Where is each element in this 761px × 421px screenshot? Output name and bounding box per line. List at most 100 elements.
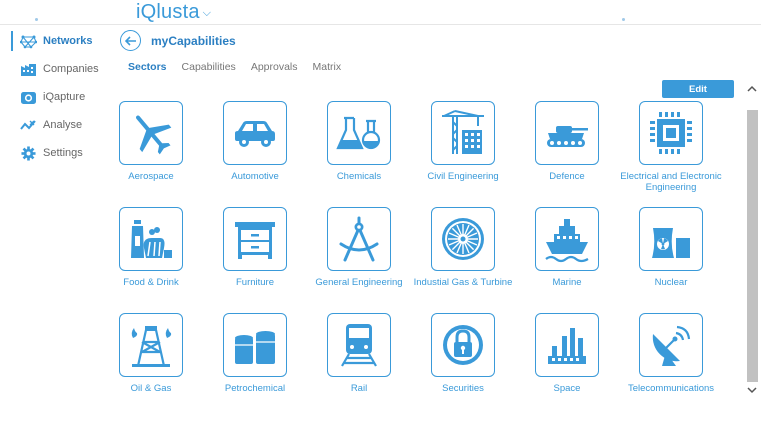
sector-label: Civil Engineering	[427, 171, 499, 182]
food-icon	[131, 220, 172, 258]
turbine-icon	[442, 218, 484, 260]
app-title[interactable]: iQlusta ⌵	[136, 1, 211, 24]
drawers-icon	[235, 222, 275, 259]
scrollbar[interactable]	[744, 78, 761, 406]
sector-tile	[223, 207, 287, 271]
chevron-up-icon[interactable]	[746, 82, 758, 94]
top-bar-dot	[35, 18, 38, 21]
sector-label: Rail	[350, 383, 368, 394]
tab-approvals[interactable]: Approvals	[251, 61, 298, 73]
sector-label: General Engineering	[315, 277, 403, 288]
sector-rail[interactable]: Rail	[308, 313, 412, 421]
camera-icon	[20, 90, 37, 105]
sector-tile	[119, 101, 183, 165]
sector-label: Petrochemical	[224, 383, 286, 394]
sector-tile	[639, 313, 703, 377]
train-icon	[341, 324, 377, 367]
sector-tile	[223, 313, 287, 377]
sector-tile	[431, 101, 495, 165]
sidebar-item-iqapture[interactable]: iQapture	[0, 83, 110, 111]
tab-capabilities[interactable]: Capabilities	[182, 61, 236, 73]
sector-label: Automotive	[231, 171, 279, 182]
chevron-down-icon[interactable]	[746, 384, 758, 396]
sector-label: Defence	[549, 171, 585, 182]
sector-nuclear[interactable]: Nuclear	[620, 207, 724, 315]
sector-space[interactable]: Space	[516, 313, 620, 421]
satellite-dish-icon	[652, 325, 691, 366]
sidebar-item-companies[interactable]: Companies	[0, 55, 110, 83]
flask-icon	[336, 116, 381, 150]
chevron-down-icon: ⌵	[202, 7, 212, 19]
sector-label: Nuclear	[654, 277, 688, 288]
padlock-icon	[443, 325, 483, 365]
sector-aerospace[interactable]: Aerospace	[100, 101, 204, 209]
sector-label: Space	[553, 383, 581, 394]
sector-marine[interactable]: Marine	[516, 207, 620, 315]
sector-label: Industial Gas & Turbine	[413, 277, 513, 288]
compass-icon	[339, 216, 379, 262]
sidebar-item-label: Companies	[43, 63, 99, 75]
top-bar: iQlusta ⌵	[0, 0, 761, 25]
sector-tile	[535, 207, 599, 271]
sector-tile	[535, 101, 599, 165]
sector-label: Furniture	[235, 277, 274, 288]
sector-telecommunications[interactable]: Telecommunications	[620, 313, 724, 421]
back-button[interactable]	[120, 30, 141, 51]
sector-tile	[327, 207, 391, 271]
sector-label: Securities	[442, 383, 484, 394]
sector-securities[interactable]: Securities	[412, 313, 516, 421]
ship-icon	[545, 219, 589, 263]
sector-tile	[639, 101, 703, 165]
app-title-text: iQlusta	[136, 1, 200, 23]
sector-furniture[interactable]: Furniture	[204, 207, 308, 315]
sector-automotive[interactable]: Automotive	[204, 101, 308, 209]
sector-tile	[119, 207, 183, 271]
sector-electrical-electronic-engineering[interactable]: Electrical and Electronic Engineering	[620, 101, 724, 209]
sidebar-item-analyse[interactable]: Analyse	[0, 111, 110, 139]
companies-icon	[20, 62, 37, 77]
nuclear-icon	[652, 228, 690, 258]
sidebar-item-networks[interactable]: Networks	[0, 27, 110, 55]
sector-label: Electrical and Electronic Engineering	[620, 171, 722, 193]
car-icon	[235, 121, 275, 147]
sector-food-drink[interactable]: Food & Drink	[100, 207, 204, 315]
sidebar-item-label: Analyse	[43, 119, 83, 131]
sector-defence[interactable]: Defence	[516, 101, 620, 209]
sector-chemicals[interactable]: Chemicals	[308, 101, 412, 209]
sidebar-item-label: iQapture	[43, 91, 86, 103]
tab-matrix[interactable]: Matrix	[313, 61, 342, 73]
scrollbar-thumb[interactable]	[747, 110, 758, 382]
airplane-icon	[136, 115, 172, 155]
sector-label: Food & Drink	[123, 277, 179, 288]
factory-icon	[548, 328, 586, 364]
analyse-icon	[20, 118, 37, 133]
oil-rig-icon	[131, 326, 172, 367]
tab-bar: Sectors Capabilities Approvals Matrix	[128, 61, 356, 73]
sector-oil-gas[interactable]: Oil & Gas	[100, 313, 204, 421]
sector-petrochemical[interactable]: Petrochemical	[204, 313, 308, 421]
sidebar: Networks Companies iQapture Analyse Sett…	[0, 27, 110, 167]
sector-label: Telecommunications	[627, 383, 715, 394]
sector-civil-engineering[interactable]: Civil Engineering	[412, 101, 516, 209]
sector-tile	[431, 313, 495, 377]
network-icon	[20, 34, 37, 49]
sector-tile	[431, 207, 495, 271]
sidebar-item-label: Networks	[43, 35, 93, 47]
sector-tile	[535, 313, 599, 377]
page-title: myCapabilities	[151, 34, 236, 48]
sector-tile	[639, 207, 703, 271]
arrow-left-icon	[124, 35, 136, 46]
sector-tile	[327, 313, 391, 377]
gear-icon	[20, 145, 37, 161]
sector-general-engineering[interactable]: General Engineering	[308, 207, 412, 315]
sector-industrial-gas-turbine[interactable]: Industial Gas & Turbine	[412, 207, 516, 315]
tank-icon	[547, 126, 588, 147]
edit-button[interactable]: Edit	[662, 80, 734, 98]
sector-label: Marine	[552, 277, 582, 288]
sector-tile	[327, 101, 391, 165]
tab-sectors[interactable]: Sectors	[128, 61, 167, 73]
sector-label: Oil & Gas	[130, 383, 172, 394]
sidebar-item-label: Settings	[43, 147, 83, 159]
tanks-icon	[235, 331, 275, 364]
sidebar-item-settings[interactable]: Settings	[0, 139, 110, 167]
